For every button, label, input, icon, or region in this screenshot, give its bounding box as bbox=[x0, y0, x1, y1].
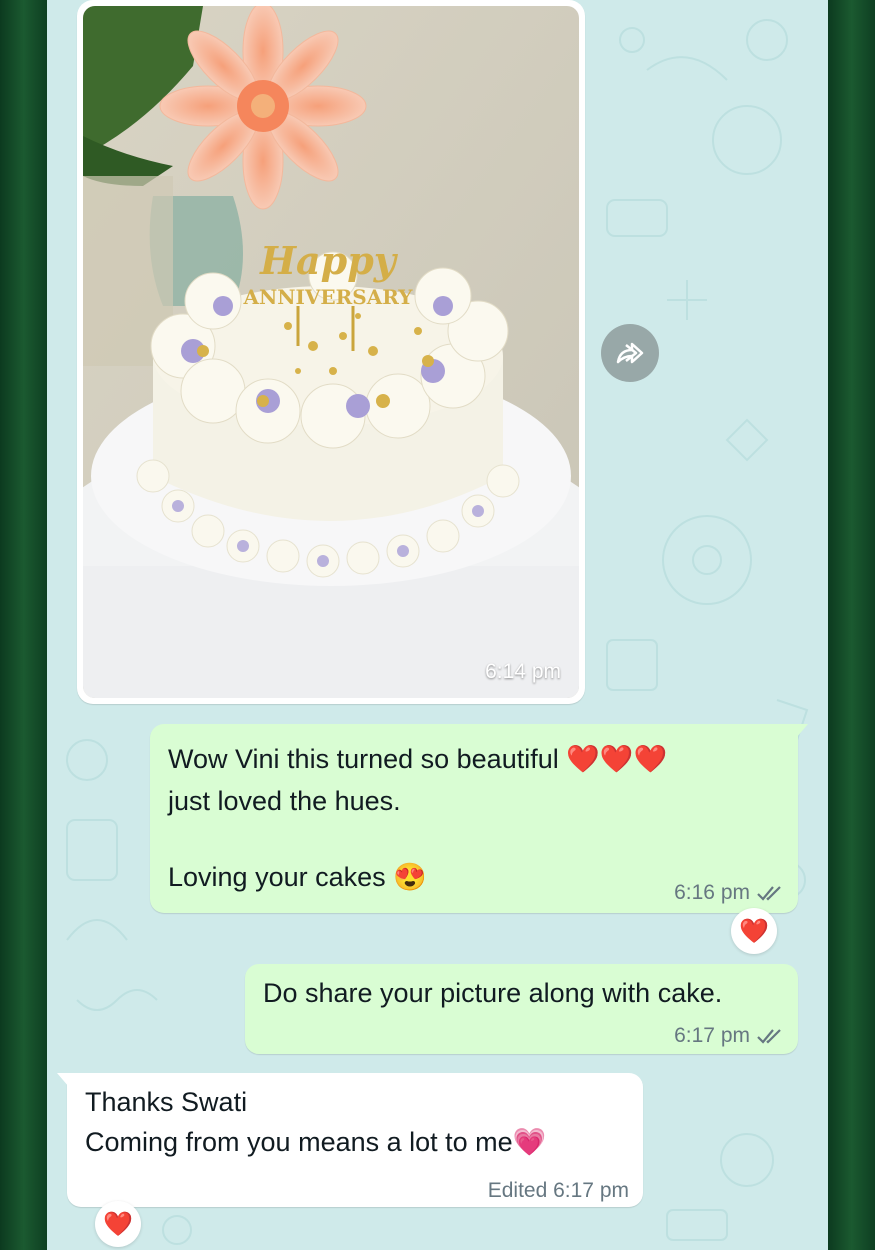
message-meta: 6:17 pm bbox=[674, 1024, 784, 1048]
frame-right bbox=[828, 0, 875, 1250]
edited-timestamp: Edited 6:17 pm bbox=[487, 1179, 629, 1202]
bubble-tail bbox=[796, 724, 808, 738]
reaction-heart[interactable]: ❤️ bbox=[731, 908, 777, 954]
message-line: Do share your picture along with cake. bbox=[263, 978, 723, 1008]
chat-background: Happy ANNIVERSARY 6:14 pm Wow Vini this … bbox=[47, 0, 828, 1250]
message-line: Wow Vini this turned so beautiful ❤️❤️❤️ bbox=[168, 744, 668, 774]
outgoing-message[interactable]: Wow Vini this turned so beautiful ❤️❤️❤️… bbox=[150, 724, 808, 913]
message-line: Coming from you means a lot to me💗 bbox=[85, 1127, 547, 1157]
message-line: Thanks Swati bbox=[85, 1087, 248, 1117]
message-meta: Edited 6:17 pm bbox=[488, 1179, 629, 1203]
image-timestamp: 6:14 pm bbox=[485, 660, 561, 683]
cake-photo[interactable]: Happy ANNIVERSARY 6:14 pm bbox=[83, 6, 579, 698]
forward-button[interactable] bbox=[601, 324, 659, 382]
double-check-icon bbox=[757, 1029, 781, 1044]
frame-left bbox=[0, 0, 47, 1250]
bubble-tail bbox=[57, 1073, 69, 1087]
message-line: Loving your cakes 😍 bbox=[168, 862, 427, 892]
svg-text:ANNIVERSARY: ANNIVERSARY bbox=[242, 285, 413, 309]
incoming-message[interactable]: Thanks Swati Coming from you means a lot… bbox=[57, 1073, 643, 1207]
double-check-icon bbox=[757, 886, 781, 901]
message-line: just loved the hues. bbox=[168, 786, 401, 816]
image-message[interactable]: Happy ANNIVERSARY 6:14 pm bbox=[77, 0, 585, 704]
message-timestamp: 6:17 pm bbox=[674, 1024, 750, 1047]
reaction-heart[interactable]: ❤️ bbox=[95, 1201, 141, 1247]
svg-text:Happy: Happy bbox=[259, 238, 399, 283]
message-meta: 6:16 pm bbox=[674, 881, 784, 905]
outgoing-message[interactable]: Do share your picture along with cake. 6… bbox=[245, 964, 798, 1054]
message-timestamp: 6:16 pm bbox=[674, 881, 750, 904]
forward-icon bbox=[616, 342, 644, 364]
